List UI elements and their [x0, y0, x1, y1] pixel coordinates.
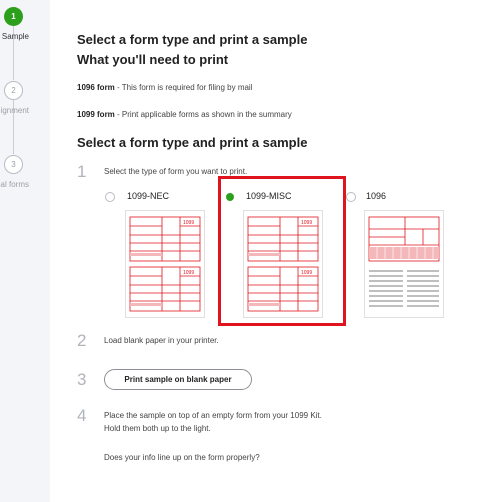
step-1-label[interactable]: Sample	[2, 32, 29, 41]
step-3-label[interactable]: Final forms	[0, 180, 29, 189]
form-1099-illustration: 1099 1099	[129, 216, 201, 312]
step-number: 1	[77, 162, 87, 181]
step-2-label[interactable]: Alignment	[0, 106, 29, 115]
requirement-1096: 1096 form - This form is required for fi…	[77, 83, 252, 92]
option-label-1099-nec[interactable]: 1099-NEC	[127, 191, 169, 201]
step-number: 3	[77, 370, 87, 389]
print-sample-button[interactable]: Print sample on blank paper	[104, 369, 252, 390]
requirement-desc: - This form is required for filing by ma…	[117, 83, 253, 92]
page-title: Select a form type and print a sample	[77, 32, 308, 47]
form-1096-illustration	[368, 216, 440, 307]
step-number: 4	[77, 406, 87, 425]
main-content: Select a form type and print a sample Wh…	[50, 0, 482, 502]
step-3-circle[interactable]: 3	[4, 155, 23, 174]
step-2-text: Load blank paper in your printer.	[104, 336, 219, 345]
form-thumb-text: 1099	[183, 220, 194, 226]
step-4-line1: Place the sample on top of an empty form…	[104, 411, 322, 420]
step-1-circle[interactable]: 1	[4, 7, 23, 26]
page-subtitle: What you'll need to print	[77, 52, 229, 67]
step-4-question: Does your info line up on the form prope…	[104, 453, 260, 462]
step-sidebar: 1 Sample 2 Alignment 3 Final forms	[0, 0, 50, 502]
step-4-line2: Hold them both up to the light.	[104, 424, 211, 433]
requirement-desc: - Print applicable forms as shown in the…	[117, 110, 292, 119]
requirement-name: 1099 form	[77, 110, 115, 119]
form-thumbnail-1099-nec[interactable]: 1099 1099	[125, 210, 205, 318]
step-2-circle[interactable]: 2	[4, 81, 23, 100]
selection-highlight-box	[218, 176, 346, 326]
form-thumbnail-1096[interactable]	[364, 210, 444, 318]
form-thumb-text: 1099	[183, 270, 194, 276]
step-number: 2	[77, 331, 87, 350]
section-title: Select a form type and print a sample	[77, 135, 308, 150]
radio-1099-nec[interactable]	[105, 192, 115, 202]
requirement-1099: 1099 form - Print applicable forms as sh…	[77, 110, 292, 119]
radio-1096[interactable]	[346, 192, 356, 202]
option-label-1096[interactable]: 1096	[366, 191, 386, 201]
requirement-name: 1096 form	[77, 83, 115, 92]
